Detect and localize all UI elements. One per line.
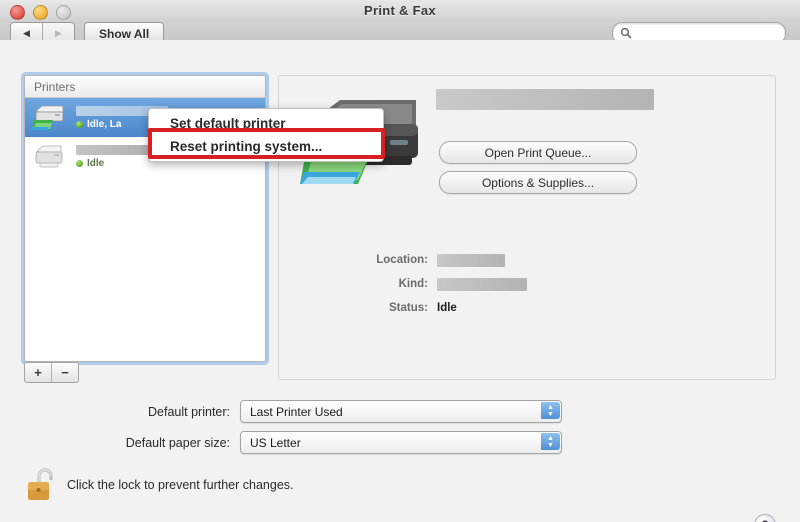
default-paper-size-value: US Letter (250, 435, 301, 450)
lock-hint-text: Click the lock to prevent further change… (67, 478, 294, 492)
inkjet-printer-icon (32, 105, 64, 130)
printer-name-redacted (436, 89, 654, 110)
status-dot-icon (76, 159, 83, 167)
menu-item-set-default-printer[interactable]: Set default printer (149, 112, 383, 135)
open-print-queue-button[interactable]: Open Print Queue... (439, 141, 637, 164)
printer-status-label: Idle, La (87, 118, 122, 130)
remove-printer-button[interactable]: − (51, 363, 78, 382)
chevron-updown-icon[interactable]: ▲ ▼ (541, 402, 560, 419)
printer-context-menu[interactable]: Set default printer Reset printing syste… (148, 108, 384, 162)
printer-list-buttons: + − (24, 362, 79, 383)
window-title: Print & Fax (364, 3, 436, 18)
info-label-location: Location: (376, 254, 428, 266)
status-value: Idle (437, 302, 457, 314)
info-row-status: Status: Idle (319, 296, 749, 320)
search-input[interactable] (636, 26, 775, 40)
default-paper-size-popup[interactable]: US Letter ▲ ▼ (240, 431, 562, 454)
search-icon (620, 27, 632, 39)
printer-name-redacted (76, 144, 154, 155)
printer-status: Idle (76, 158, 154, 169)
default-printer-popup[interactable]: Last Printer Used ▲ ▼ (240, 400, 562, 423)
lock-row: Click the lock to prevent further change… (26, 467, 294, 503)
default-paper-size-label: Default paper size: (125, 435, 230, 450)
printer-info-rows: Location: Kind: Status: Idle (319, 248, 749, 320)
options-and-supplies-button[interactable]: Options & Supplies... (439, 171, 637, 194)
default-printer-row: Default printer: Last Printer Used ▲ ▼ (100, 400, 562, 423)
open-padlock-icon[interactable] (26, 467, 56, 503)
printer-list-header: Printers (25, 76, 265, 98)
printer-status-label: Idle (87, 157, 105, 169)
status-dot-icon (76, 120, 83, 128)
add-printer-button[interactable]: + (25, 363, 51, 382)
info-label-kind: Kind: (398, 278, 428, 290)
window-titlebar: Print & Fax ◀ ▶ Show All (0, 0, 800, 45)
chevron-updown-icon[interactable]: ▲ ▼ (541, 433, 560, 450)
preference-pane-content: Printers Idle, La Idle + − Open Print Qu… (0, 40, 800, 522)
print-and-fax-window: Print & Fax ◀ ▶ Show All Printers Idle, … (0, 0, 800, 522)
default-printer-value: Last Printer Used (250, 404, 343, 419)
printer-list-item-2-meta: Idle (76, 144, 154, 169)
laser-printer-icon (35, 145, 63, 167)
help-button[interactable]: ? (754, 514, 776, 522)
location-value-redacted (437, 253, 505, 267)
info-row-kind: Kind: (319, 272, 749, 296)
kind-value-redacted (437, 277, 527, 291)
info-label-status: Status: (389, 302, 428, 314)
info-row-location: Location: (319, 248, 749, 272)
menu-item-reset-printing-system[interactable]: Reset printing system... (149, 135, 383, 158)
default-printer-label: Default printer: (148, 404, 230, 419)
default-paper-size-row: Default paper size: US Letter ▲ ▼ (100, 431, 562, 454)
